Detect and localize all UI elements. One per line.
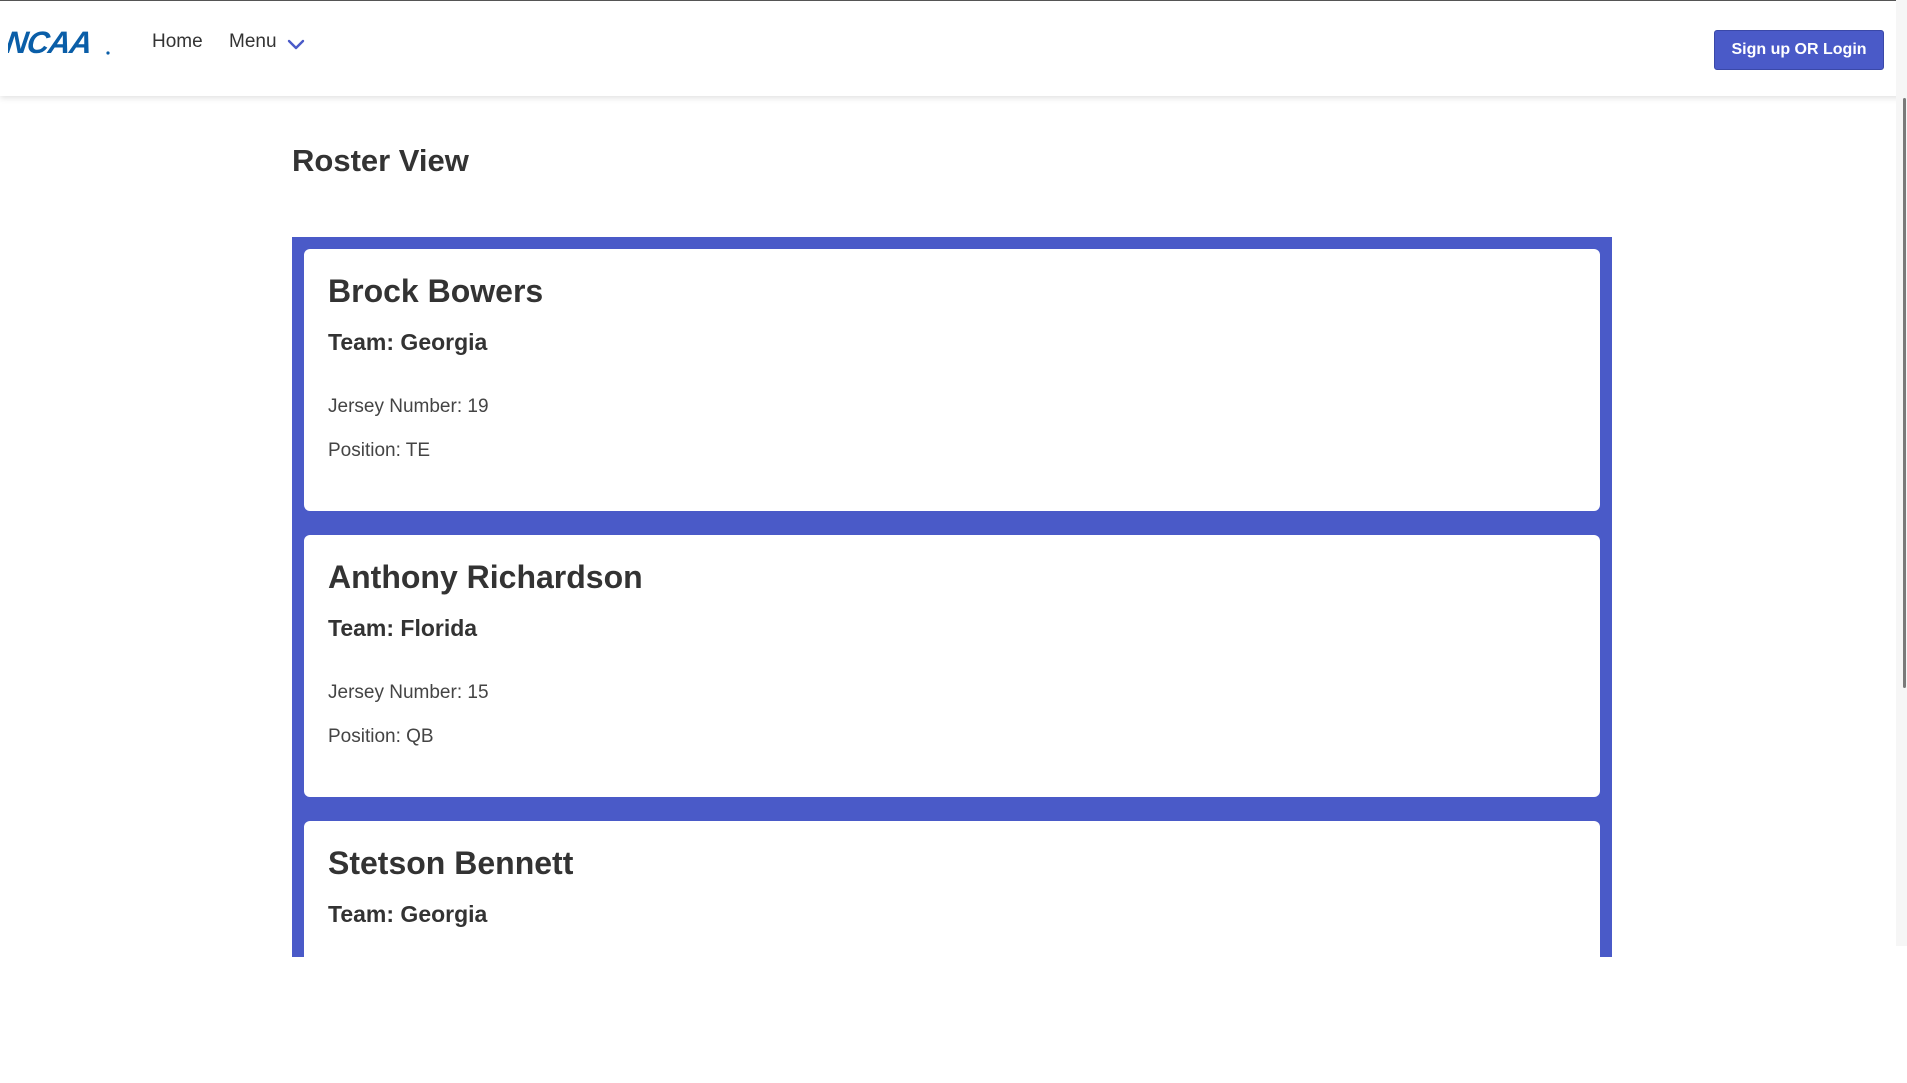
signup-login-button[interactable]: Sign up OR Login — [1714, 30, 1884, 70]
top-navbar: NCAA Home Menu Sign up OR Login — [0, 0, 1907, 96]
scrollbar-thumb[interactable] — [1903, 98, 1906, 688]
player-card: Stetson Bennett Team: Georgia — [304, 821, 1600, 1083]
player-jersey-number: Jersey Number: 19 — [328, 396, 489, 417]
player-team: Team: Georgia — [328, 901, 488, 927]
nav-home-link[interactable]: Home — [152, 31, 203, 53]
player-position: Position: TE — [328, 440, 431, 461]
player-team: Team: Florida — [328, 615, 478, 641]
player-card: Brock Bowers Team: Georgia Jersey Number… — [304, 249, 1600, 511]
svg-text:NCAA: NCAA — [8, 27, 94, 59]
nav-menu-dropdown[interactable]: Menu — [229, 31, 305, 53]
player-name: Stetson Bennett — [328, 845, 574, 881]
player-name: Brock Bowers — [328, 273, 544, 309]
page-title: Roster View — [292, 143, 469, 178]
nav-menu-label: Menu — [229, 31, 277, 52]
roster-list: Brock Bowers Team: Georgia Jersey Number… — [292, 237, 1612, 1083]
player-team: Team: Georgia — [328, 329, 488, 355]
player-name: Anthony Richardson — [328, 559, 643, 595]
ncaa-logo[interactable]: NCAA — [8, 27, 110, 59]
player-jersey-number: Jersey Number: 15 — [328, 682, 489, 703]
player-card: Anthony Richardson Team: Florida Jersey … — [304, 535, 1600, 797]
player-position: Position: QB — [328, 726, 434, 747]
chevron-down-icon — [287, 39, 304, 50]
